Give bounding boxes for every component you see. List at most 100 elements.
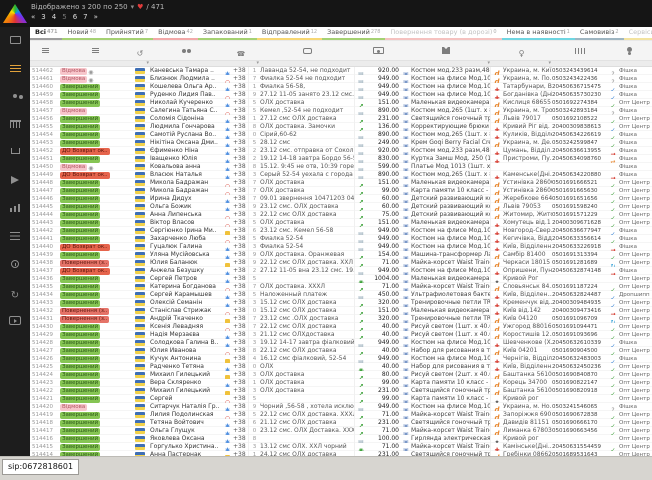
table-row[interactable]: 514453ЗавершенийНікітіна Оксана Дми..+38… [30, 139, 652, 147]
table-row[interactable]: 514422ЗавершенийМихаил Гилецький+383ОЛХ … [30, 387, 652, 395]
page-button-7[interactable]: 7 [83, 13, 87, 21]
table-row[interactable]: 514431Повернення (з..Андрій Ткаченко+387… [30, 315, 652, 323]
page-button-6[interactable]: 6 [73, 13, 77, 21]
filter-address[interactable] [491, 61, 552, 66]
table-row[interactable]: 514430ЗавершенийКсенія Левадняя+38722.12… [30, 323, 652, 331]
header-tracking[interactable] [552, 41, 607, 60]
filter-id[interactable] [30, 61, 60, 66]
table-row[interactable]: 514439ЗавершенийУляна Мусійовська+389ОЛХ… [30, 251, 652, 259]
filter-product[interactable] [401, 61, 491, 66]
table-row[interactable]: 514462ВідмоваКаневська Тамара ..+381Лава… [30, 67, 652, 75]
table-row[interactable]: 514429ЗавершенийНадія Мерзаєва+38321.12 … [30, 331, 652, 339]
sip-address[interactable]: sip:0672818601 [2, 459, 79, 475]
table-row[interactable]: 514420ВідмоваСитарчук Наталія Гр..+389Чо… [30, 403, 652, 411]
header-status[interactable] [60, 41, 130, 60]
filter-comment[interactable] [260, 61, 355, 66]
filter-supplier[interactable] [607, 61, 652, 66]
table-row[interactable]: 514446ЗавершенийИрина Дидух+38709.01 зве… [30, 195, 652, 203]
table-row[interactable]: 514427ЗавершенийЮлия Иванова+38822.12 см… [30, 347, 652, 355]
table-row[interactable]: 514449ДО Возврат ок..Власюк Наталья+383С… [30, 171, 652, 179]
filter-phone[interactable] [222, 61, 260, 66]
table-row[interactable]: 514454ЗавершенийСамотій Руслана Во..+380… [30, 131, 652, 139]
table-row[interactable]: 514432Повернення (з..Станіслав Стрижак+3… [30, 307, 652, 315]
sidebar-item-info[interactable] [7, 258, 23, 270]
tab-10[interactable]: Самовивіз2 [575, 27, 624, 40]
tab-1[interactable]: Всі471 [30, 27, 62, 40]
header-supplier[interactable] [607, 41, 652, 60]
table-row[interactable]: 514445ЗавершенийОльга Божик+38923.12 смс… [30, 203, 652, 211]
sidebar-item-sync[interactable] [7, 286, 23, 298]
tab-8[interactable]: Повернення товару (в дорозі)0 [385, 27, 501, 40]
table-row[interactable]: 514436ЗавершенийСергей Петров+3851004.00… [30, 275, 652, 283]
table-row[interactable]: 514455ЗавершенийЛюдмила Гончарова+388ОЛХ… [30, 123, 652, 131]
page-button-5[interactable]: 5 [62, 13, 66, 21]
sidebar-item-video[interactable] [7, 314, 23, 326]
table-row[interactable]: 514452ДО Возврат ок..Єфименко Ніна+38223… [30, 147, 652, 155]
table-row[interactable]: 514435ЗавершенийКатерина Богданова+387ОЛ… [30, 283, 652, 291]
sidebar-item-cart[interactable] [7, 146, 23, 158]
table-row[interactable]: 514438Повернення (з..Юлия Баланюк+38922.… [30, 259, 652, 267]
table-row[interactable]: 514448ЗавершенийМикола Бадражан+387ОЛХ д… [30, 179, 652, 187]
page-button-4[interactable]: 4 [52, 13, 56, 21]
filter-tracking[interactable] [552, 61, 607, 66]
header-comment[interactable] [260, 41, 355, 60]
filter-status[interactable] [60, 61, 130, 66]
page-button-3[interactable]: 3 [41, 13, 45, 21]
header-id[interactable] [30, 41, 60, 60]
sidebar-item-campaigns[interactable] [7, 174, 23, 186]
app-logo-icon[interactable] [3, 4, 27, 23]
page-first-button[interactable] [31, 13, 35, 21]
table-row[interactable]: 514423ЗавершенийВера Скляренко+381ОЛХ до… [30, 379, 652, 387]
filter-total[interactable] [355, 61, 401, 66]
tab-9[interactable]: Нема в наявності1 [502, 27, 575, 40]
header-customer[interactable] [150, 41, 222, 60]
filter-source[interactable] [130, 61, 150, 66]
sidebar-item-settings[interactable] [7, 230, 23, 242]
tab-2[interactable]: Новий48 [62, 27, 101, 40]
sidebar-item-screen[interactable] [7, 34, 23, 46]
tab-11[interactable]: Сервіси0 [624, 27, 652, 40]
table-row[interactable]: 514456ЗавершенийСоломія Сідоніна+38127.1… [30, 115, 652, 123]
table-row[interactable]: 514458ЗавершенийНиколай Кучеренко+385ОЛХ… [30, 99, 652, 107]
table-row[interactable]: 514416ЗавершенийЯковлева Оксана+388100.0… [30, 435, 652, 443]
table-row[interactable]: 514444ЗавершенийАнна Липенська+38322.12 … [30, 211, 652, 219]
table-row[interactable]: 514426ЗавершенийКучук Антонина+38416.12 … [30, 355, 652, 363]
table-row[interactable]: 514442ЗавершенийСергіюнко Ірина Ми..+386… [30, 227, 652, 235]
table-row[interactable]: 514419ЗавершенийЛилия Подолинская+38522.… [30, 411, 652, 419]
table-row[interactable]: 514443ЗавершенийВіктор Власов+385ОЛХ дос… [30, 219, 652, 227]
table-row[interactable]: 514424ЗавершенийМихаил Гилецький+383ОЛХ … [30, 371, 652, 379]
header-total[interactable] [355, 41, 401, 60]
header-address[interactable] [491, 41, 552, 60]
table-row[interactable]: 514421ЗавершенийСергей+38599.00Карта пам… [30, 395, 652, 403]
chevron-down-icon[interactable] [131, 3, 135, 11]
table-row[interactable]: 514447ЗавершенийМикола Бадражан+387ОЛХ д… [30, 187, 652, 195]
tab-7[interactable]: Завершений278 [322, 27, 385, 40]
table-row[interactable]: 514425ЗавершенийРадченко Тетяна+380ОЛХ40… [30, 363, 652, 371]
header-phone[interactable] [222, 41, 260, 60]
table-row[interactable]: 514434ЗавершенийСергей Карамышев+385Нало… [30, 291, 652, 299]
table-row[interactable]: 514433ЗавершенийОлексій Семанін+38315.12… [30, 299, 652, 307]
table-row[interactable]: 514460ЗавершенийКошелева Ольга Ар..+381Ф… [30, 83, 652, 91]
table-row[interactable]: 514457ВідмоваСалегина Татьяна С..+385Кем… [30, 107, 652, 115]
filter-customer[interactable] [150, 61, 222, 66]
table-row[interactable]: 514437ДО Возврат ок..Анжела Безушку+3822… [30, 267, 652, 275]
tab-4[interactable]: Відмова42 [153, 27, 198, 40]
table-row[interactable]: 514417ЗавершенийОльга Глущук+38023.12 см… [30, 427, 652, 435]
sidebar-item-bank[interactable] [7, 118, 23, 130]
table-row[interactable]: 514459ЗавершенийРуденко Лидия Пав..+3892… [30, 91, 652, 99]
favorites-icon[interactable] [137, 3, 143, 11]
table-row[interactable]: 514428ЗавершенийСолодкова Галина В..+383… [30, 339, 652, 347]
header-product[interactable] [401, 41, 491, 60]
table-row[interactable]: 514440ДО Возврат ок..Гуцалюк Галина+383Ф… [30, 243, 652, 251]
table-row[interactable]: 514418ЗавершенийТетяна Войтович+38621.12… [30, 419, 652, 427]
sidebar-item-stats[interactable] [7, 202, 23, 214]
table-row[interactable]: 514450ВідмоваКовальова анна+38815.12. 9:… [30, 163, 652, 171]
table-row[interactable]: 514461ВідмоваБлизнюк Людмила ..+387Фиалк… [30, 75, 652, 83]
page-last-button[interactable] [94, 13, 98, 21]
sidebar-item-contacts[interactable] [7, 90, 23, 102]
table-row[interactable]: 514451ЗавершенийІващенко Юлія+38219.12 1… [30, 155, 652, 163]
header-source[interactable] [130, 41, 150, 60]
table-row[interactable]: 514415ЗавершенийГоргулько Христина..+383… [30, 443, 652, 451]
tab-5[interactable]: Запакований1 [198, 27, 257, 40]
table-row[interactable]: 514441ЗавершенийЗахарченко Люба+385Фиалк… [30, 235, 652, 243]
